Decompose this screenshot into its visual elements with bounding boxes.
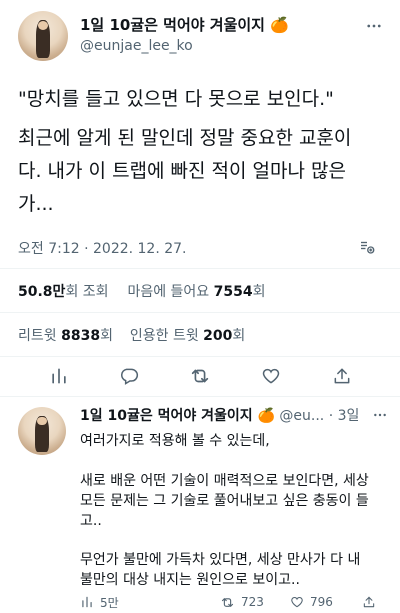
reply-text-line-3: 모든 문제는 그 기술로 풀어내보고 싶은 충동이 들: [80, 493, 369, 509]
reply-text-line-2: 새로 배운 어떤 기술이 매력적으로 보인다면, 세상: [80, 473, 369, 489]
avatar-face: [38, 21, 48, 30]
reply-retweet-icon: [221, 597, 234, 607]
views-unit: 회: [65, 284, 79, 300]
like-icon[interactable]: [258, 363, 284, 389]
quotes-unit: 회: [232, 328, 246, 344]
reply-like[interactable]: 796: [290, 593, 333, 611]
reply-header: 1일 10귤은 먹어야 겨울이지 🍊 @eu... · 3일: [80, 405, 390, 425]
reply-share-icon[interactable]: [360, 593, 378, 611]
tweet-timestamp[interactable]: 오전 7:12 · 2022. 12. 27.: [18, 238, 187, 258]
quotes-count[interactable]: 인용한 트윗 200회: [130, 328, 245, 344]
retweet-icon[interactable]: [187, 363, 213, 389]
views-count[interactable]: 50.8만회 조회: [18, 284, 113, 300]
reply-author-avatar[interactable]: [18, 407, 66, 455]
reply-text-line-4: 고..: [80, 513, 102, 529]
reply-icon[interactable]: [116, 363, 142, 389]
retweets-count[interactable]: 리트윗 8838회: [18, 328, 117, 344]
likes-unit: 회: [252, 284, 266, 300]
reply-text-line-6: 불만의 대상 내지는 원인으로 보이고..: [80, 572, 300, 588]
more-icon[interactable]: [364, 16, 384, 36]
author-name[interactable]: 1일 10귤은 먹어야 겨울이지 🍊: [80, 14, 289, 35]
divider: [0, 268, 400, 269]
retweets-number: 8838: [61, 328, 101, 344]
reply-more-icon[interactable]: [370, 406, 390, 424]
reply-views[interactable]: 5만: [80, 593, 119, 611]
avatar-face: [37, 416, 47, 426]
tweet-text-line-3: 다. 내가 이 트랩에 빠진 적이 얼마나 많은: [18, 160, 346, 182]
author-avatar[interactable]: [18, 11, 68, 61]
tweet-text-line-2: 최근에 알게 된 말인데 정말 중요한 교훈이: [18, 127, 352, 149]
stats-row-retweets-quotes: 리트윗 8838회 인용한 트윗 200회: [18, 325, 245, 345]
stats-row-views-likes: 50.8만회 조회 마음에 들어요 7554회: [18, 281, 266, 301]
likes-number: 7554: [213, 284, 253, 300]
retweets-label: 리트윗: [18, 328, 57, 344]
quotes-number: 200: [203, 328, 233, 344]
divider: [0, 396, 400, 397]
share-icon[interactable]: [329, 363, 355, 389]
tweet-text-line-1: "망치를 들고 있으면 다 못으로 보인다.": [18, 88, 334, 110]
reply-analytics-icon: [82, 596, 92, 608]
reply-author-handle[interactable]: @eu...: [279, 408, 324, 424]
reply-views-count: 5만: [100, 595, 119, 610]
reply-retweet[interactable]: 723: [220, 593, 264, 611]
divider: [0, 312, 400, 313]
views-number: 50.8만: [18, 284, 66, 300]
tweet-text-line-4: 가...: [18, 193, 54, 215]
likes-count[interactable]: 마음에 들어요 7554회: [127, 284, 265, 300]
reply-text-line-1: 여러가지로 적용해 볼 수 있는데,: [80, 433, 270, 449]
views-label: 조회: [82, 284, 109, 300]
reply-author-name[interactable]: 1일 10귤은 먹어야 겨울이지 🍊: [80, 408, 275, 424]
quotes-label: 인용한 트윗: [129, 328, 199, 344]
likes-label: 마음에 들어요: [127, 284, 210, 300]
reply-text-line-5: 무언가 불만에 가득차 있다면, 세상 만사가 다 내: [80, 552, 361, 568]
reply-like-icon: [291, 597, 303, 608]
retweets-unit: 회: [100, 328, 113, 344]
reply-retweet-count: 723: [241, 595, 264, 609]
analytics-icon[interactable]: [46, 363, 72, 389]
divider: [0, 356, 400, 357]
reply-time[interactable]: · 3일: [329, 408, 360, 424]
author-handle[interactable]: @eunjae_lee_ko: [80, 38, 193, 54]
reply-like-count: 796: [310, 595, 333, 609]
bookmark-save-icon[interactable]: [356, 236, 378, 258]
